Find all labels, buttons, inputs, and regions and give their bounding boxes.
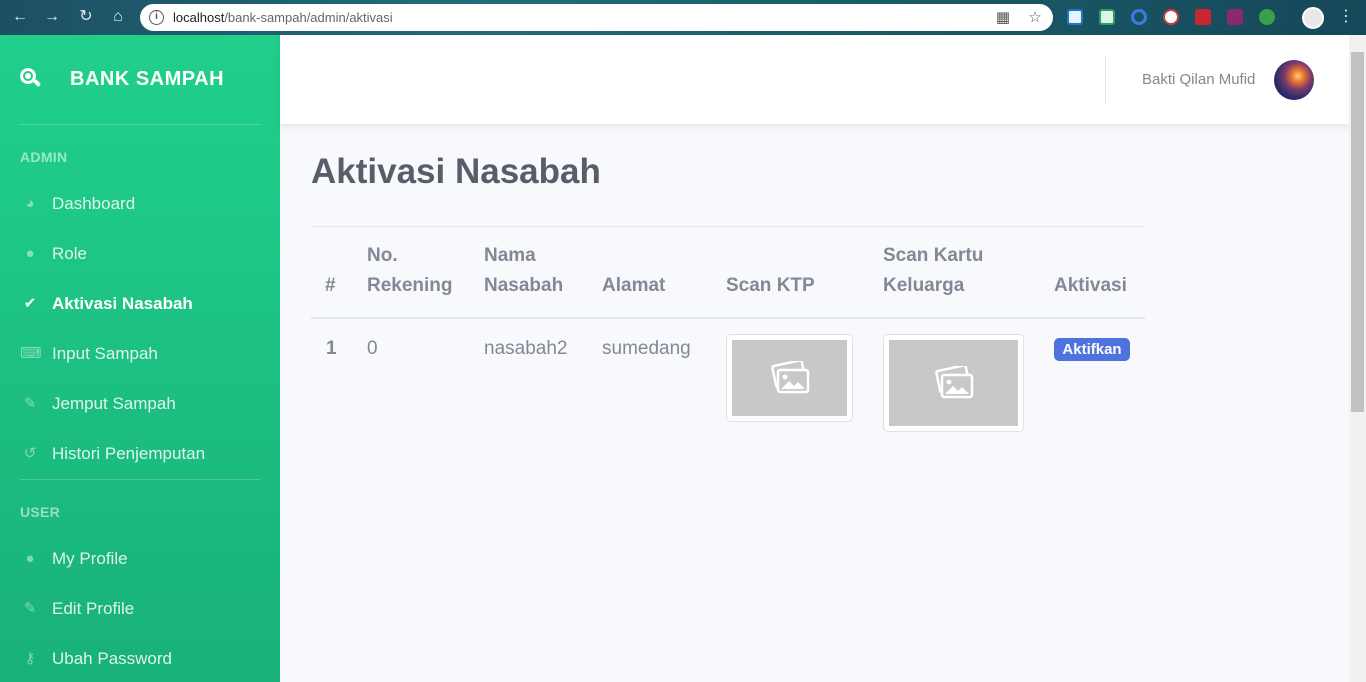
col-header-aktivasi: Aktivasi	[1054, 275, 1127, 296]
sidebar-item-input-sampah[interactable]: ⌨ Input Sampah	[0, 334, 280, 374]
page-scrollbar[interactable]	[1349, 35, 1366, 682]
user-icon: ●	[25, 245, 35, 262]
table-header-border	[311, 317, 1145, 319]
col-header-nama-line2: Nasabah	[484, 275, 564, 296]
translate-icon[interactable]: ▦	[994, 9, 1012, 27]
extension-icon[interactable]	[1195, 9, 1211, 25]
sidebar-item-label: Aktivasi Nasabah	[52, 294, 193, 313]
sidebar-item-label: Dashboard	[52, 194, 136, 213]
profile-avatar-icon[interactable]	[1302, 7, 1324, 29]
url-path: /bank-sampah/admin/aktivasi	[224, 10, 393, 25]
sidebar-heading-admin: ADMIN	[20, 149, 68, 165]
url-host: localhost	[173, 10, 225, 25]
user-check-icon: ✔	[23, 295, 37, 312]
table-top-border	[311, 226, 1145, 227]
forward-icon[interactable]: →	[42, 7, 62, 27]
reload-icon[interactable]: ↻	[76, 7, 96, 27]
topbar-divider	[1105, 56, 1106, 104]
home-icon[interactable]: ⌂	[108, 7, 128, 27]
tachometer-icon: ◕	[25, 195, 35, 212]
sidebar-brand[interactable]: BANK SAMPAH	[0, 35, 280, 124]
kk-thumbnail[interactable]	[883, 334, 1024, 432]
sidebar: BANK SAMPAH ADMIN ◕ Dashboard ● Role ✔ A…	[0, 35, 280, 682]
col-header-num: #	[325, 275, 336, 296]
image-icon	[770, 361, 809, 394]
back-icon[interactable]: ←	[10, 7, 30, 27]
cell-rekening: 0	[367, 338, 378, 359]
extension-icon[interactable]	[1099, 9, 1115, 25]
extension-icon[interactable]	[1067, 9, 1083, 25]
sidebar-item-aktivasi-nasabah[interactable]: ✔ Aktivasi Nasabah	[0, 284, 280, 324]
sidebar-item-label: Histori Penjemputan	[52, 444, 206, 463]
sidebar-item-edit-profile[interactable]: ✎ Edit Profile	[0, 589, 280, 629]
extension-icon[interactable]	[1259, 9, 1275, 25]
image-placeholder	[732, 340, 847, 416]
sidebar-item-label: Jemput Sampah	[52, 394, 176, 413]
bookmark-star-icon[interactable]: ☆	[1026, 9, 1044, 27]
user-avatar[interactable]	[1274, 60, 1314, 100]
sidebar-item-label: My Profile	[52, 549, 128, 568]
sidebar-item-label: Ubah Password	[52, 649, 173, 668]
col-header-nama-line1: Nama	[484, 245, 536, 266]
key-icon: ⚷	[24, 650, 36, 667]
aktifkan-button[interactable]: Aktifkan	[1054, 338, 1130, 361]
col-header-rekening-line2: Rekening	[367, 275, 453, 296]
user-edit-icon: ✎	[23, 600, 37, 617]
extension-icon[interactable]	[1163, 9, 1179, 25]
url-text: localhost/bank-sampah/admin/aktivasi	[173, 10, 393, 25]
pen-icon: ✎	[23, 395, 37, 412]
user-icon: ●	[25, 550, 35, 567]
brand-name: BANK SAMPAH	[70, 68, 225, 90]
ktp-thumbnail[interactable]	[726, 334, 853, 422]
sidebar-item-label: Role	[52, 244, 87, 263]
history-icon: ↺	[23, 445, 37, 462]
extension-icon[interactable]	[1131, 9, 1147, 25]
sidebar-item-ubah-password[interactable]: ⚷ Ubah Password	[0, 639, 280, 679]
col-header-kk-line1: Scan Kartu	[883, 245, 984, 266]
col-header-scan-ktp: Scan KTP	[726, 275, 815, 296]
sidebar-item-jemput-sampah[interactable]: ✎ Jemput Sampah	[0, 384, 280, 424]
info-icon[interactable]: i	[149, 10, 164, 25]
sidebar-divider	[20, 479, 260, 480]
user-name[interactable]: Bakti Qilan Mufid	[1142, 71, 1255, 88]
search-dollar-icon	[20, 68, 42, 88]
sidebar-item-role[interactable]: ● Role	[0, 234, 280, 274]
sidebar-item-dashboard[interactable]: ◕ Dashboard	[0, 184, 280, 224]
scrollbar-thumb[interactable]	[1351, 52, 1364, 412]
sidebar-item-my-profile[interactable]: ● My Profile	[0, 539, 280, 579]
sidebar-divider	[20, 124, 260, 125]
sidebar-item-histori-penjemputan[interactable]: ↺ Histori Penjemputan	[0, 434, 280, 474]
col-header-rekening-line1: No.	[367, 245, 398, 266]
sidebar-heading-user: USER	[20, 504, 61, 520]
image-placeholder	[889, 340, 1018, 426]
extension-icon[interactable]	[1227, 9, 1243, 25]
keyboard-icon: ⌨	[20, 345, 42, 362]
cell-num: 1	[326, 338, 337, 359]
menu-dots-icon[interactable]: ⋮	[1338, 7, 1354, 27]
col-header-kk-line2: Keluarga	[883, 275, 965, 296]
page-title: Aktivasi Nasabah	[311, 152, 601, 191]
cell-nama: nasabah2	[484, 338, 568, 359]
browser-toolbar: ← → ↻ ⌂ i localhost/bank-sampah/admin/ak…	[0, 0, 1366, 35]
topbar: Bakti Qilan Mufid	[280, 35, 1350, 124]
sidebar-item-label: Input Sampah	[52, 344, 158, 363]
address-bar[interactable]: i localhost/bank-sampah/admin/aktivasi ▦…	[140, 4, 1053, 31]
image-icon	[934, 366, 973, 399]
cell-alamat: sumedang	[602, 338, 691, 359]
col-header-alamat: Alamat	[602, 275, 666, 296]
sidebar-item-label: Edit Profile	[52, 599, 135, 618]
